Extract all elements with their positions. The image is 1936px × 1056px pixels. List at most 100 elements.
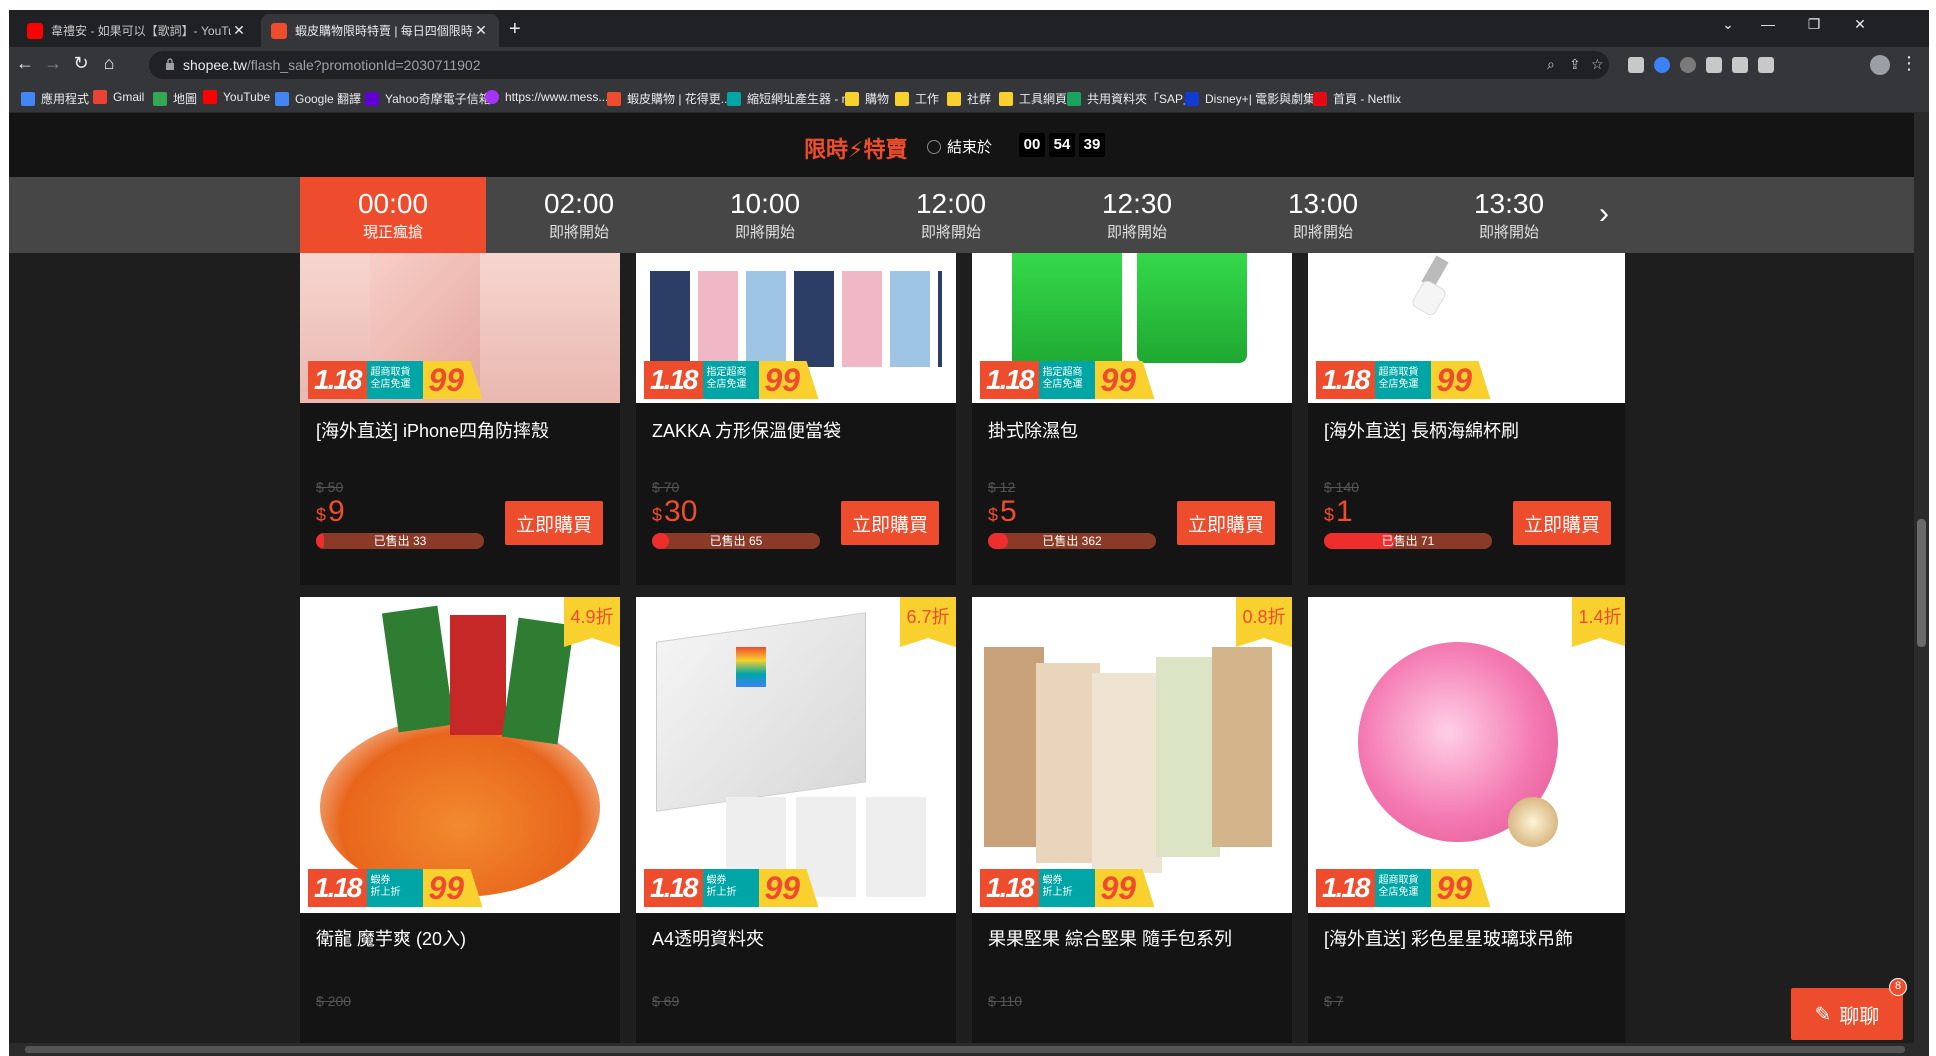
home-icon[interactable]: ⌂ [95,53,123,74]
bookmark-item[interactable]: 地圖 [153,90,197,107]
bookmark-item[interactable]: 應用程式 [21,90,89,107]
bookmark-item[interactable]: 縮短網址產生器 - r... [727,90,855,107]
extension-icon[interactable] [1654,57,1670,73]
folder-icon [845,91,859,106]
time-slot[interactable]: 12:30 即將開始 [1044,177,1230,253]
shopee-favicon-icon [271,22,287,39]
bookmark-item[interactable]: Yahoo奇摩電子信箱 [365,90,491,107]
time-slot[interactable]: 13:30 即將開始 [1416,177,1602,253]
share-icon[interactable]: ⇪ [1569,56,1581,73]
drive-icon [1067,91,1081,106]
product-card[interactable]: 1.18 指定超商 全店免運 99 ZAKKA 方形保溫便當袋 $ 70 $30 已售… [636,253,956,585]
page-margin-right [1625,253,1929,1043]
close-tab-icon[interactable]: ✕ [473,22,489,39]
product-name: [海外直送] 彩色星星玻璃球吊飾 [1324,929,1574,949]
product-card[interactable]: 1.18 超商取貨 全店免運 99 [海外直送] 長柄海綿杯刷 $ 140 $1 已售… [1308,253,1625,585]
close-window-icon[interactable]: ✕ [1837,16,1883,33]
product-card[interactable]: 0.8折 1.18 蝦券 折上折 99 果果堅果 綜合堅果 隨手包系列 $ 110 [972,597,1292,1043]
bookmark-item[interactable]: Gmail [93,90,144,104]
original-price: $ 7 [1324,993,1344,1009]
tab-youtube[interactable]: 韋禮安 - 如果可以【歌詞】- YouTube ✕ [17,14,257,47]
bookmark-item[interactable]: Google 翻譯 [275,90,361,107]
forward-icon[interactable]: → [39,53,67,74]
buy-now-button[interactable]: 立即購買 [841,501,939,545]
bookmark-item[interactable]: 蝦皮購物 | 花得更... [607,90,731,107]
buy-now-button[interactable]: 立即購買 [1177,501,1275,545]
time-slot[interactable]: 13:00 即將開始 [1230,177,1416,253]
menu-icon[interactable]: ⋮ [1895,53,1923,74]
countdown-hours: 00 [1019,133,1045,157]
chat-unread-count: 8 [1889,978,1907,996]
restore-icon[interactable]: ❐ [1791,16,1837,33]
youtube-icon [203,90,217,104]
apps-icon [21,91,35,106]
netflix-icon [1313,91,1327,106]
avatar[interactable] [1870,55,1890,75]
time-slot[interactable]: 00:00 現正瘋搶 [300,177,486,253]
product-card[interactable]: 1.18 超商取貨 全店免運 99 [海外直送] iPhone四角防摔殼 $ 50 $… [300,253,620,585]
extension-icon[interactable] [1628,57,1644,73]
reading-list-icon[interactable] [1758,57,1774,73]
bookmark-folder[interactable]: 社群 [947,90,991,107]
bookmark-item[interactable]: Disney+| 電影與劇集 [1185,90,1315,107]
promo-badge: 1.18 超商取貨 全店免運 99 [308,361,483,399]
new-tab-icon[interactable]: + [509,18,521,41]
horizontal-scrollbar[interactable] [9,1043,1929,1056]
scrollbar-thumb[interactable] [1917,519,1926,647]
promo-badge: 1.18 蝦券 折上折 99 [644,869,819,907]
original-price: $ 69 [652,993,680,1009]
product-name: A4透明資料夾 [652,929,765,949]
bookmark-item[interactable]: 首頁 - Netflix [1313,90,1401,107]
countdown-minutes: 54 [1049,133,1075,157]
browser-window: 韋禮安 - 如果可以【歌詞】- YouTube ✕ 蝦皮購物限時特賣 | 每日四… [9,10,1929,1056]
bookmark-item[interactable]: https://www.mess... [485,90,608,104]
minimize-icon[interactable]: — [1745,16,1791,32]
buy-now-button[interactable]: 立即購買 [505,501,603,545]
puzzle-icon[interactable] [1732,57,1748,73]
product-card[interactable]: 1.18 指定超商 全店免運 99 掛式除濕包 $ 12 $5 已售出 362 立即購… [972,253,1292,585]
sold-progress: 已售出 71 [1324,533,1492,549]
time-slot[interactable]: 10:00 即將開始 [672,177,858,253]
folder-icon [947,91,961,106]
product-card[interactable]: 1.4折 1.18 超商取貨 全店免運 99 [海外直送] 彩色星星玻璃球吊飾 $ 7 [1308,597,1625,1043]
bookmark-folder[interactable]: 工作 [895,90,939,107]
product-name: 果果堅果 綜合堅果 隨手包系列 [988,929,1233,949]
link-icon [727,91,741,106]
vertical-scrollbar[interactable] [1914,113,1929,1043]
chat-icon: ✎ [1814,1003,1832,1026]
product-card[interactable]: 6.7折 1.18 蝦券 折上折 99 A4透明資料夾 $ 69 [636,597,956,1043]
close-tab-icon[interactable]: ✕ [231,22,247,39]
bookmark-item[interactable]: 共用資料夾「SAP」 [1067,90,1195,107]
product-name: [海外直送] iPhone四角防摔殼 [316,421,550,441]
original-price: $ 70 [652,479,680,495]
url-path: /flash_sale?promotionId=2030711902 [246,57,481,73]
page-margin-left [9,253,300,1043]
tab-shopee[interactable]: 蝦皮購物限時特賣 | 每日四個限時搶購 ✕ [261,14,499,47]
time-slot[interactable]: 12:00 即將開始 [858,177,1044,253]
messenger-icon [485,90,499,104]
bookmark-star-icon[interactable]: ☆ [1591,56,1604,73]
clock-icon [927,139,941,154]
original-price: $ 200 [316,993,352,1009]
chevron-right-icon[interactable]: › [1599,197,1609,231]
bookmark-folder[interactable]: 工具網頁 [999,90,1067,107]
original-price: $ 12 [988,479,1016,495]
folder-icon [999,91,1013,106]
address-bar[interactable]: shopee.tw/flash_sale?promotionId=2030711… [149,51,1609,79]
zoom-icon[interactable]: ⌕ [1547,56,1555,73]
bookmark-folder[interactable]: 購物 [845,90,889,107]
reload-icon[interactable]: ↻ [67,53,95,74]
bookmark-item[interactable]: YouTube [203,90,270,104]
time-slot[interactable]: 02:00 即將開始 [486,177,672,253]
sale-price: $5 [988,495,1017,528]
extension-icon[interactable] [1706,57,1722,73]
chat-button[interactable]: ✎ 聊聊 8 [1791,978,1907,1040]
back-icon[interactable]: ← [11,53,39,74]
ends-in: 結束於 [927,136,992,157]
product-grid: 1.18 超商取貨 全店免運 99 [海外直送] iPhone四角防摔殼 $ 50 $… [300,253,1625,1043]
buy-now-button[interactable]: 立即購買 [1513,501,1611,545]
product-card[interactable]: 4.9折 1.18 蝦券 折上折 99 衛龍 魔芋爽 (20入) $ 200 [300,597,620,1043]
scrollbar-thumb[interactable] [25,1046,1905,1053]
extension-icon[interactable] [1680,57,1696,73]
sale-price: $1 [1324,495,1353,528]
